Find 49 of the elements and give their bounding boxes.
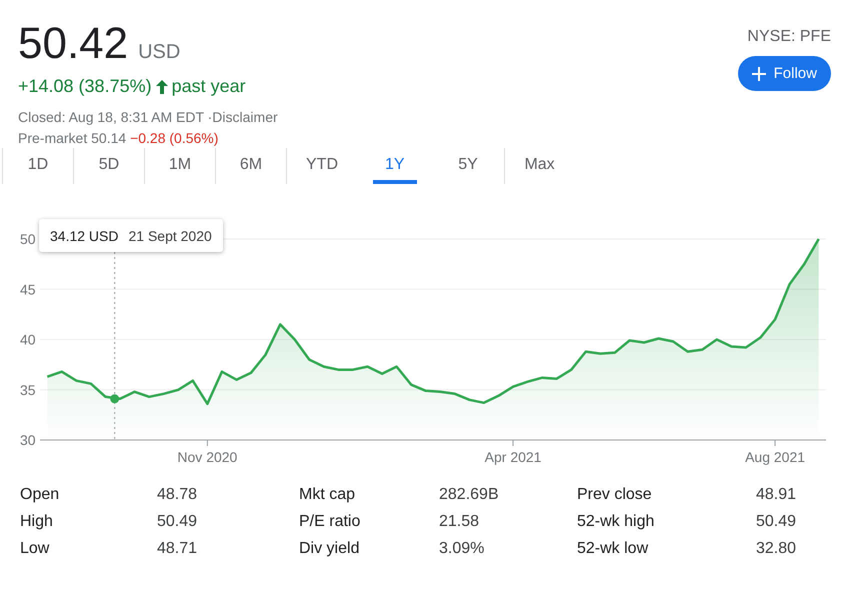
change-period: past year [172, 76, 246, 97]
stat-value: 282.69B [439, 486, 500, 504]
follow-button[interactable]: Follow [738, 56, 831, 91]
range-tab[interactable]: Max [504, 148, 575, 184]
tooltip-date: 21 Sept 2020 [128, 228, 212, 244]
range-tab[interactable]: 6M [215, 148, 286, 184]
stat-value: 3.09% [439, 540, 486, 558]
x-axis-label: Apr 2021 [484, 449, 542, 465]
range-tab[interactable]: 1D [2, 148, 73, 184]
premarket-change: −0.28 (0.56%) [130, 130, 218, 146]
stat-label: P/E ratio [299, 513, 362, 531]
stat-label: Mkt cap [299, 486, 356, 504]
disclaimer-link[interactable]: ·Disclaimer [208, 109, 278, 125]
stock-price: 50.42 [18, 18, 128, 70]
premarket-label: Pre-market [18, 130, 88, 146]
stat-value: 50.49 [157, 513, 198, 531]
y-axis-label: 35 [20, 382, 36, 398]
stat-value: 50.49 [756, 513, 798, 531]
y-axis-label: 40 [20, 332, 36, 348]
hover-point[interactable] [110, 394, 120, 404]
stat-value: 48.78 [157, 486, 198, 504]
stat-value: 48.91 [756, 486, 798, 504]
ticker-symbol: NYSE: PFE [747, 28, 831, 46]
stat-label: Div yield [299, 540, 360, 558]
stat-label: Low [20, 540, 50, 558]
plus-icon [752, 66, 766, 80]
premarket-price: 50.14 [91, 130, 126, 146]
stat-value: 32.80 [756, 540, 798, 558]
x-axis-label: Aug 2021 [745, 449, 806, 465]
range-tab[interactable]: 5D [73, 148, 144, 184]
y-axis-label: 30 [20, 432, 36, 448]
range-tab[interactable]: YTD [286, 148, 357, 184]
stat-label: Prev close [577, 486, 653, 504]
y-axis-label: 50 [20, 231, 36, 247]
stat-value: 48.71 [157, 540, 198, 558]
price-change: +14.08 (38.75%) [18, 76, 152, 97]
y-axis-label: 45 [20, 281, 36, 298]
range-tab[interactable]: 1Y [373, 148, 417, 184]
range-tab[interactable]: 1M [144, 148, 215, 184]
stat-label: 52-wk low [577, 540, 650, 558]
currency-label: USD [138, 41, 180, 64]
x-axis-label: Nov 2020 [177, 449, 238, 465]
stat-value: 21.58 [439, 513, 480, 531]
market-status: Closed: Aug 18, 8:31 AM EDT [18, 109, 204, 125]
stat-label: High [20, 513, 54, 531]
range-tab[interactable]: 5Y [432, 148, 504, 184]
stat-label: 52-wk high [577, 513, 656, 531]
tooltip-price: 34.12 USD [50, 228, 118, 244]
stat-label: Open [20, 486, 60, 504]
